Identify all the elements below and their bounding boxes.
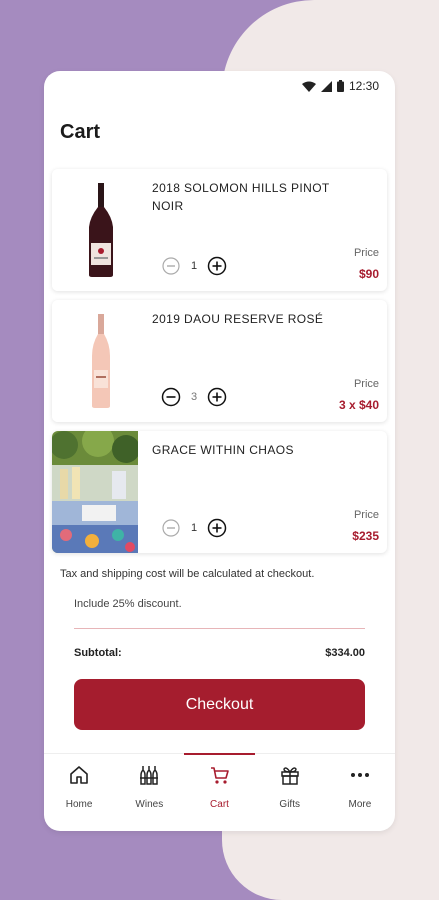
phone-screen: 12:30 Cart 2018 SOLOMON HILLS PINOT NOIR — [44, 71, 395, 831]
nav-label: Gifts — [279, 799, 300, 810]
price-label: Price — [353, 509, 379, 521]
nav-item-cart[interactable]: Cart — [184, 753, 255, 831]
product-image — [52, 431, 138, 553]
more-icon — [349, 764, 371, 791]
subtotal-label: Subtotal: — [74, 647, 122, 659]
price-value: $90 — [358, 267, 379, 281]
nav-label: Wines — [135, 799, 164, 810]
product-name: GRACE WITHIN CHAOS — [152, 443, 294, 457]
decrease-quantity-button[interactable] — [160, 517, 182, 539]
cart-list: 2018 SOLOMON HILLS PINOT NOIR 1 Price $9… — [52, 169, 387, 562]
nav-label: More — [348, 799, 372, 810]
discount-note: Include 25% discount. — [74, 598, 182, 610]
nav-item-more[interactable]: More — [325, 754, 395, 831]
quantity-value: 1 — [190, 260, 198, 272]
cart-item[interactable]: 2019 DAOU RESERVE ROSÉ 3 Price 3 x $40 — [52, 300, 387, 422]
nav-item-wines[interactable]: Wines — [114, 754, 184, 831]
price-value: 3 x $40 — [338, 398, 379, 412]
bottom-nav: Home Wines Cart Gifts More — [44, 753, 395, 831]
cart-item[interactable]: 2018 SOLOMON HILLS PINOT NOIR 1 Price $9… — [52, 169, 387, 291]
product-image — [52, 300, 138, 422]
page-title: Cart — [60, 121, 101, 143]
nav-item-gifts[interactable]: Gifts — [255, 754, 325, 831]
wines-icon — [138, 764, 160, 791]
quantity-value: 3 — [190, 391, 198, 403]
decrease-quantity-button[interactable] — [160, 386, 182, 408]
quantity-value: 1 — [190, 522, 198, 534]
decrease-quantity-button[interactable] — [160, 255, 182, 277]
quantity-stepper: 1 — [160, 255, 228, 277]
product-name: 2019 DAOU RESERVE ROSÉ — [152, 312, 324, 326]
battery-icon — [336, 80, 344, 92]
status-time: 12:30 — [348, 79, 379, 93]
gift-icon — [279, 764, 301, 791]
nav-label: Cart — [210, 799, 229, 810]
signal-icon — [320, 80, 332, 92]
increase-quantity-button[interactable] — [206, 386, 228, 408]
increase-quantity-button[interactable] — [206, 255, 228, 277]
home-icon — [68, 764, 90, 791]
price-label: Price — [353, 247, 379, 259]
quantity-stepper: 1 — [160, 517, 228, 539]
subtotal-value: $334.00 — [325, 647, 365, 659]
cart-icon — [209, 764, 231, 791]
wifi-icon — [301, 81, 316, 92]
status-bar: 12:30 — [301, 79, 379, 93]
price-value: $235 — [352, 529, 379, 543]
tax-note: Tax and shipping cost will be calculated… — [60, 568, 315, 580]
nav-label: Home — [65, 799, 93, 810]
quantity-stepper: 3 — [160, 386, 228, 408]
product-image — [52, 169, 138, 291]
checkout-button[interactable]: Checkout — [74, 679, 365, 730]
nav-item-home[interactable]: Home — [44, 754, 114, 831]
cart-item[interactable]: GRACE WITHIN CHAOS 1 Price $235 — [52, 431, 387, 553]
price-label: Price — [353, 378, 379, 390]
increase-quantity-button[interactable] — [206, 517, 228, 539]
product-name: 2018 SOLOMON HILLS PINOT NOIR — [152, 181, 330, 213]
divider — [74, 628, 365, 629]
